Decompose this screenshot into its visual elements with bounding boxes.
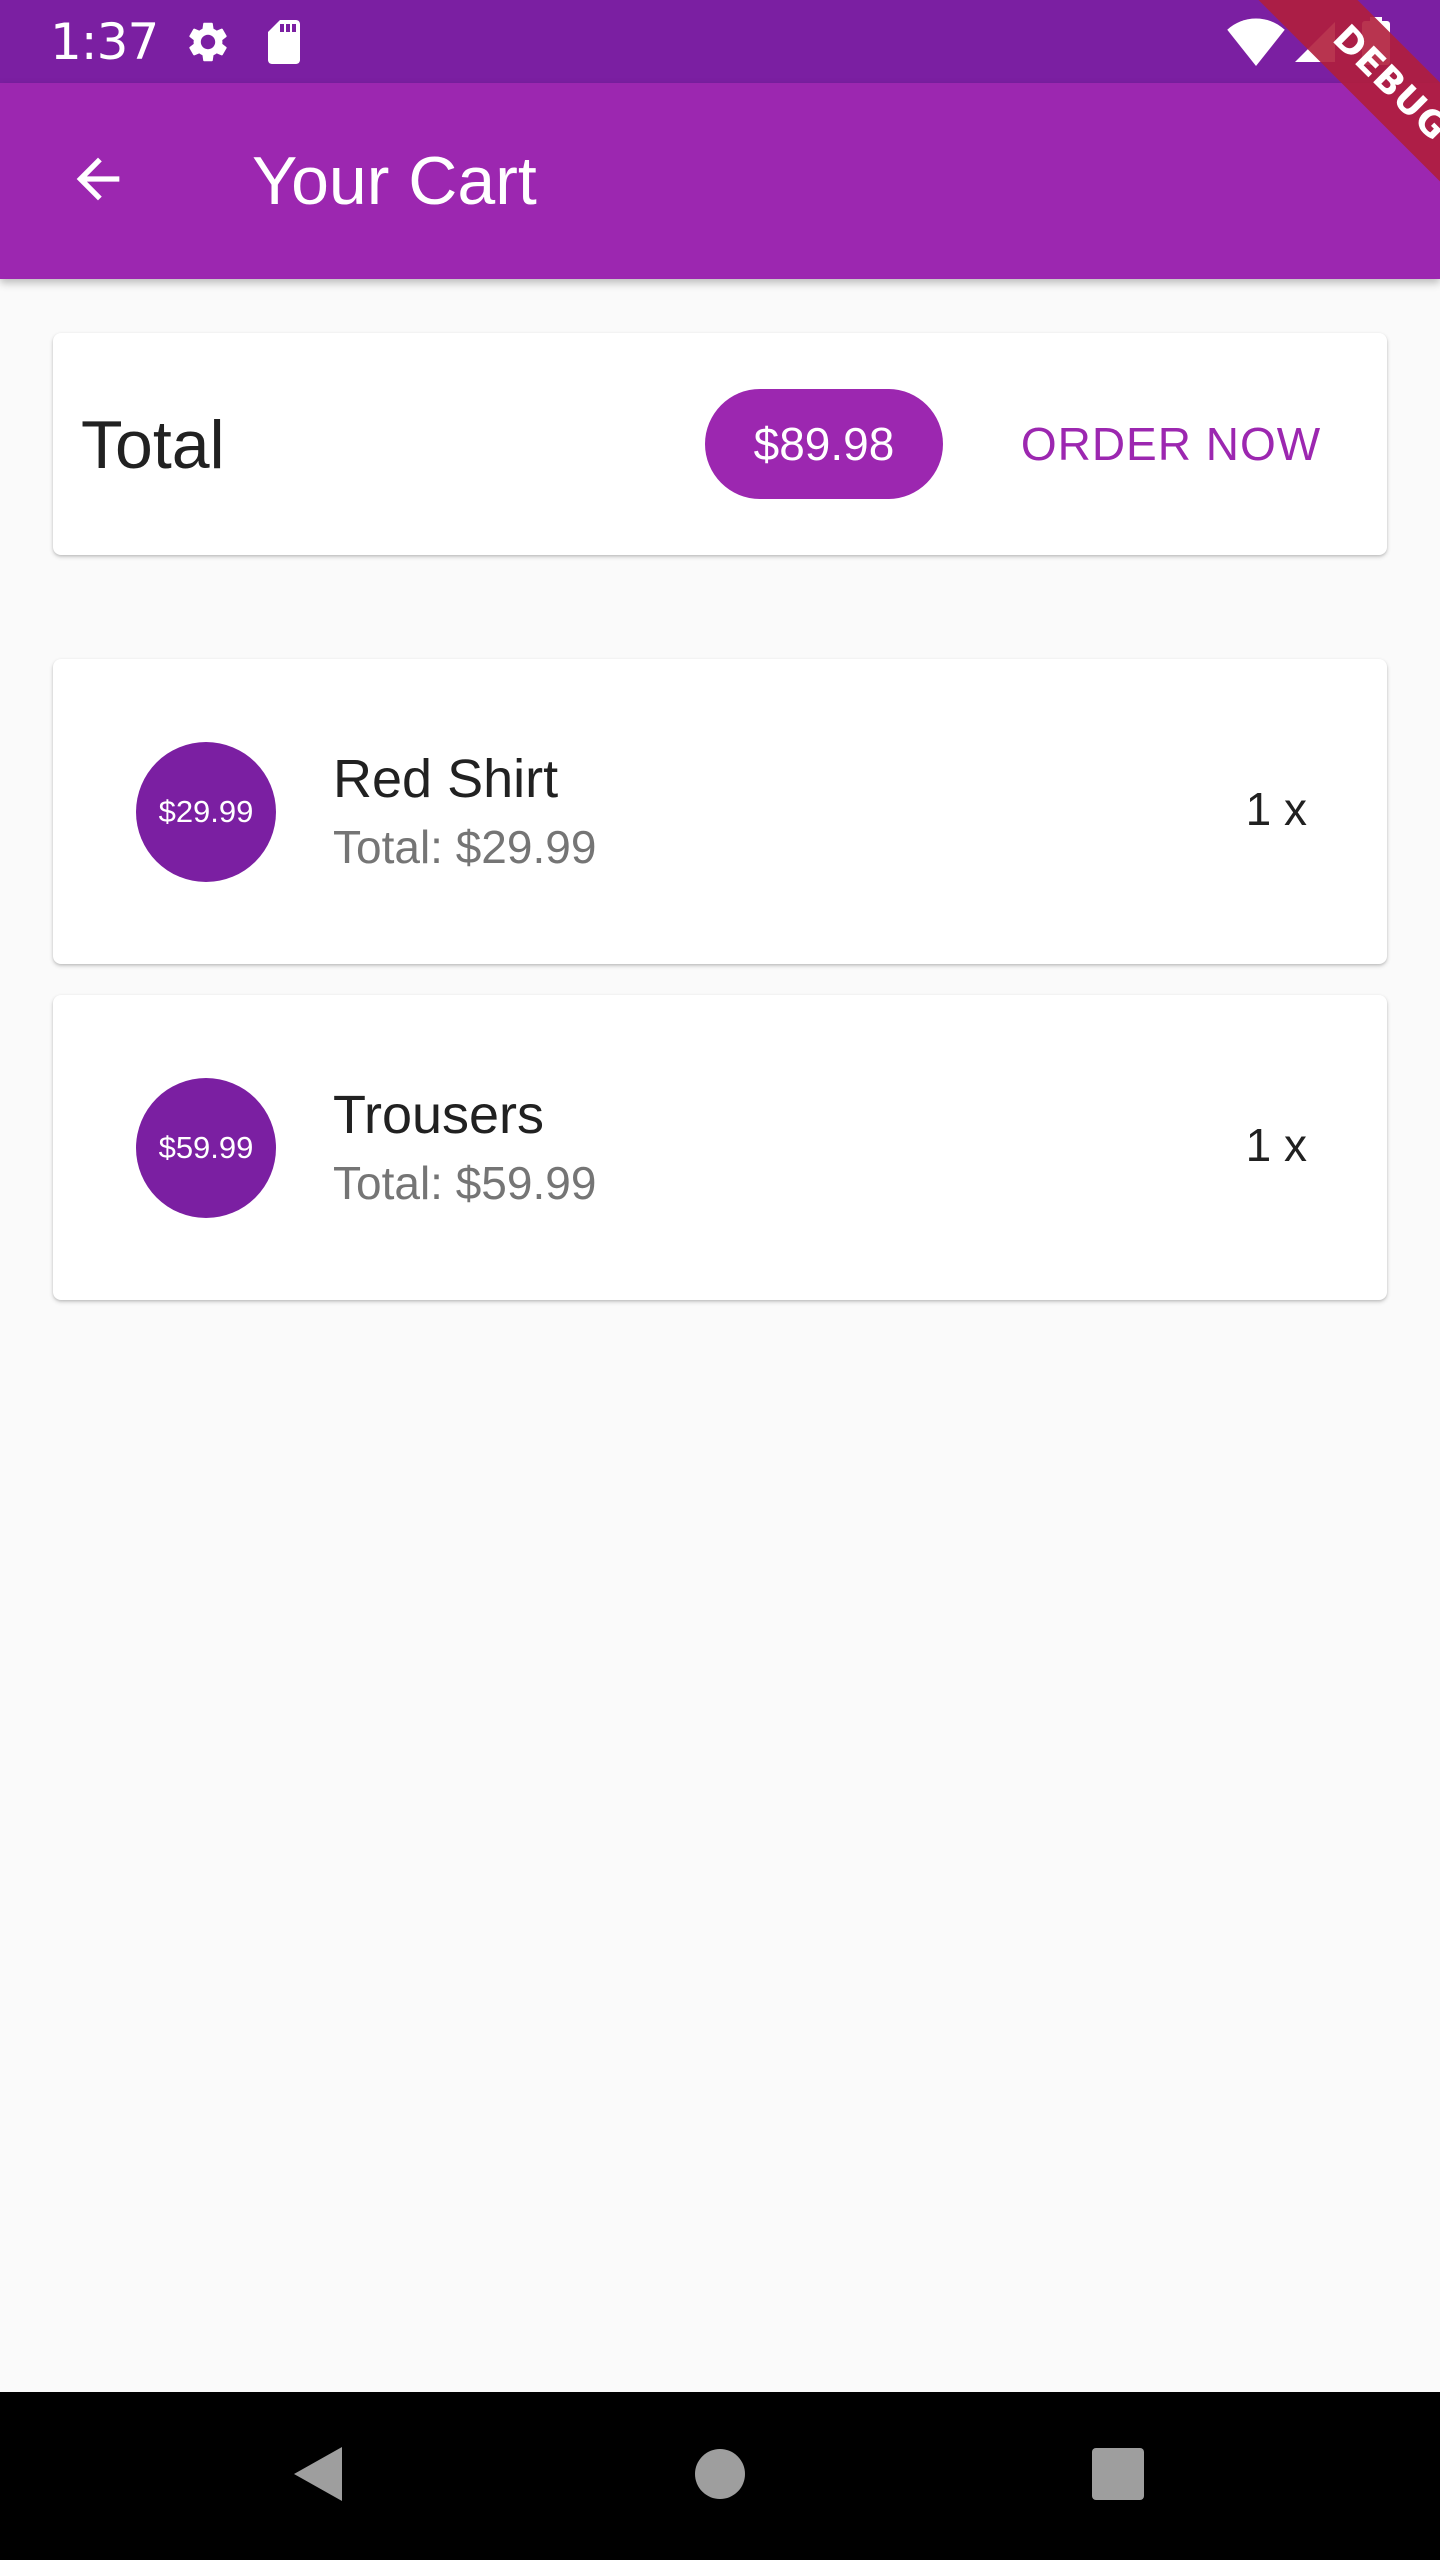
cart-summary-card: Total $89.98 ORDER NOW <box>53 333 1387 555</box>
order-now-button[interactable]: ORDER NOW <box>983 389 1359 499</box>
back-button[interactable] <box>48 131 148 231</box>
item-total: Total: $59.99 <box>333 1157 597 1209</box>
price-avatar: $29.99 <box>136 742 276 882</box>
item-quantity: 1 x <box>1245 1119 1307 1171</box>
sd-card-icon <box>262 18 306 66</box>
cart-item: $29.99 Red Shirt Total: $29.99 1 x <box>53 659 1387 964</box>
total-label: Total <box>81 407 225 483</box>
page-title: Your Cart <box>252 143 537 219</box>
item-title: Trousers <box>333 1085 545 1145</box>
nav-recents-button[interactable] <box>1068 2426 1168 2526</box>
status-bar: 1:37 <box>0 0 1440 83</box>
item-quantity: 1 x <box>1245 783 1307 835</box>
app-bar: Your Cart <box>0 83 1440 279</box>
cart-item: $59.99 Trousers Total: $59.99 1 x <box>53 995 1387 1300</box>
nav-back-button[interactable] <box>268 2426 368 2526</box>
total-amount-chip: $89.98 <box>705 389 943 499</box>
item-title: Red Shirt <box>333 749 559 809</box>
gear-icon <box>184 18 232 66</box>
item-total: Total: $29.99 <box>333 821 597 873</box>
wifi-icon <box>1226 16 1286 66</box>
nav-home-button[interactable] <box>670 2426 770 2526</box>
arrow-back-icon <box>66 147 130 216</box>
home-circle-icon <box>694 2448 746 2505</box>
recents-square-icon <box>1091 2447 1145 2506</box>
back-triangle-icon <box>290 2443 346 2510</box>
system-nav-bar <box>0 2392 1440 2560</box>
status-time: 1:37 <box>50 13 159 71</box>
price-avatar: $59.99 <box>136 1078 276 1218</box>
